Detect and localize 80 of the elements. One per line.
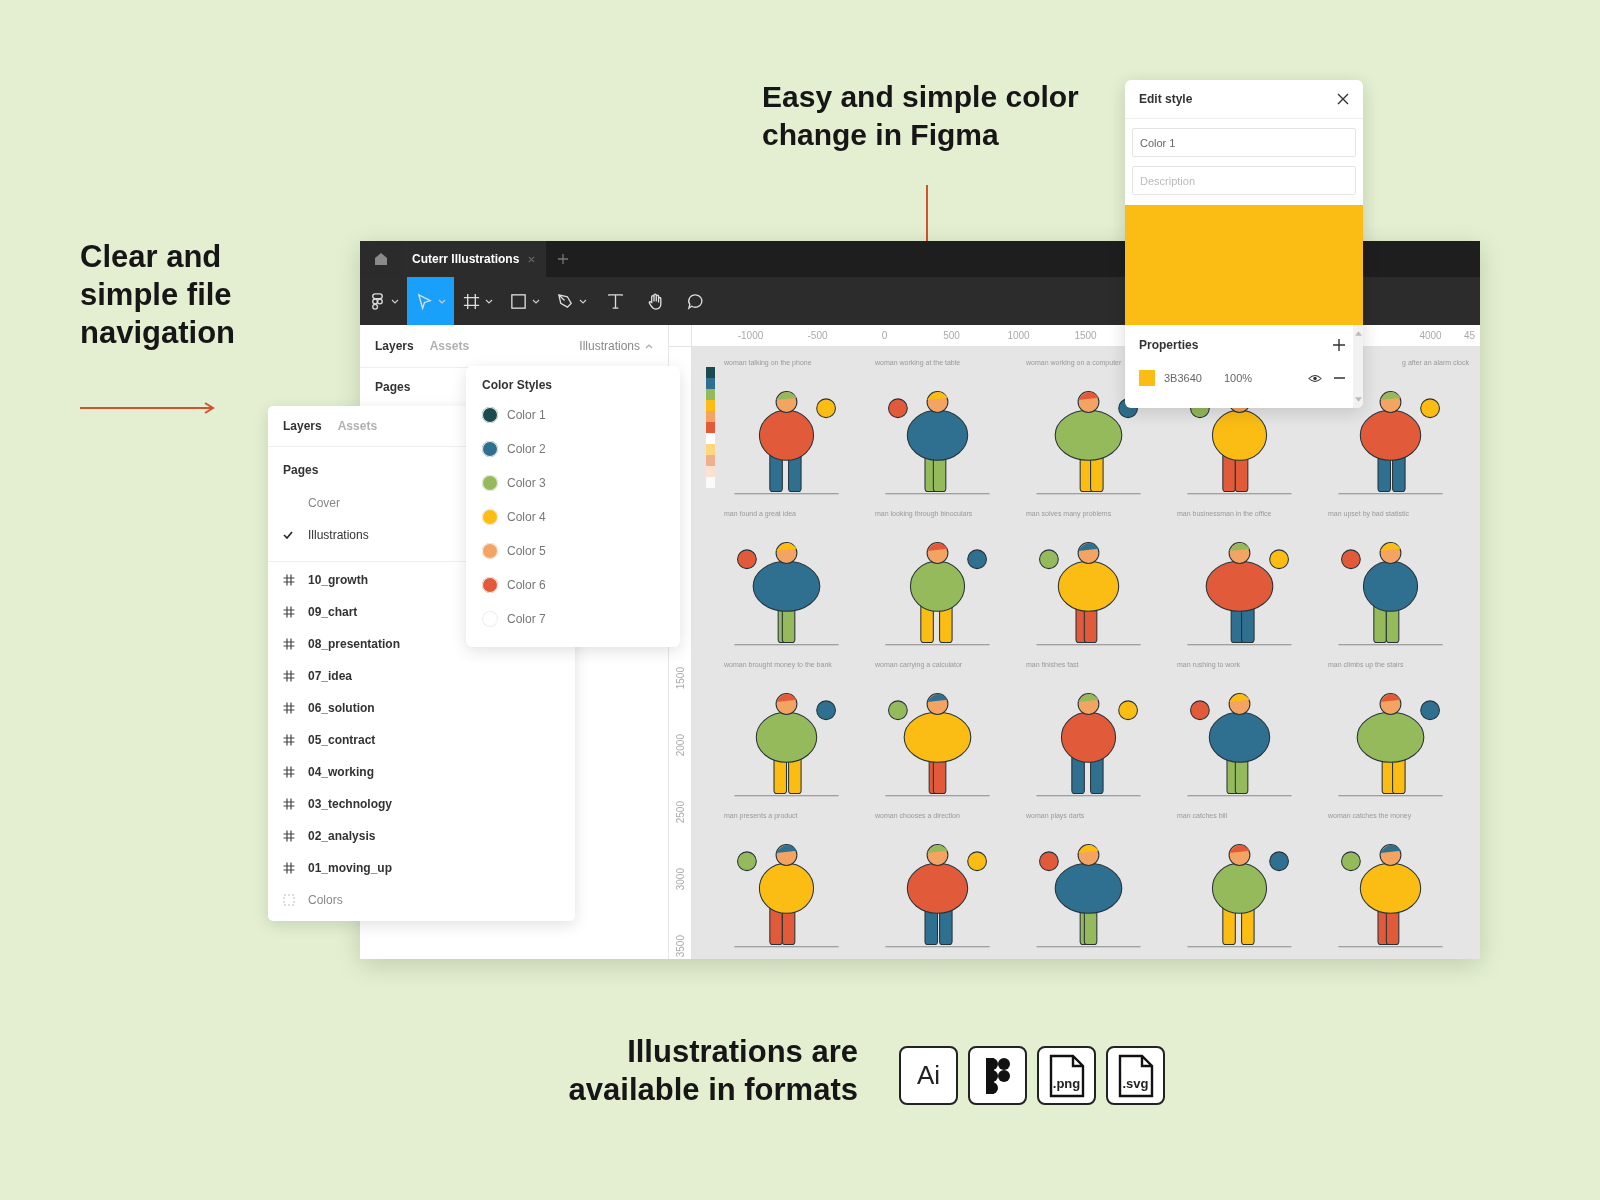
headline: Clear and simple file navigation (80, 238, 236, 352)
panel-title: Edit style (1139, 92, 1193, 106)
ruler-label: 45 (1464, 329, 1477, 343)
ruler-label: 500 (942, 329, 961, 343)
layer-item[interactable]: Colors (268, 884, 575, 916)
file-tab[interactable]: Cuterr Illustrations (402, 241, 547, 277)
caret-icon (645, 343, 653, 349)
layer-item[interactable]: 05_contract (268, 724, 575, 756)
figma-logo-icon (985, 1057, 1010, 1094)
dashed-square-icon (283, 894, 295, 906)
caret-icon (438, 298, 446, 304)
format-label: .svg (1121, 1076, 1150, 1091)
frame-icon (283, 766, 295, 778)
panel-tab[interactable]: Layers (283, 419, 322, 433)
format-label: .png (1051, 1076, 1082, 1091)
pen-nib-icon (556, 291, 575, 311)
hex-value[interactable]: 3B3640 (1164, 372, 1224, 384)
frame-icon (283, 798, 295, 810)
ruler-label: 2500 (674, 801, 686, 824)
fill-swatch[interactable] (1139, 370, 1155, 386)
section-heading: Pages (375, 380, 411, 394)
style-name-field[interactable]: Color 1 (1132, 128, 1356, 157)
frame-icon (283, 734, 295, 746)
frame-icon (283, 670, 295, 682)
color-style-item[interactable]: Color 3 (482, 466, 664, 500)
text-tool-icon (605, 291, 625, 311)
color-style-item[interactable]: Color 6 (482, 568, 664, 602)
checkmark-icon (283, 531, 293, 539)
frame-icon (283, 638, 295, 650)
section-heading: Properties (1139, 338, 1199, 352)
document-icon (1117, 1053, 1154, 1098)
color-style-item[interactable]: Color 2 (482, 432, 664, 466)
eye-icon[interactable] (1308, 373, 1322, 383)
frame-icon (283, 606, 295, 618)
ruler-label: -500 (806, 329, 829, 343)
frame-icon (283, 862, 295, 874)
headline: Easy and simple color change in Figma (762, 79, 1080, 153)
home-icon (374, 252, 388, 266)
page-dropdown[interactable]: Illustrations (579, 339, 653, 353)
layer-item[interactable]: 03_technology (268, 788, 575, 820)
color-style-item[interactable]: Color 7 (482, 602, 664, 636)
layer-item[interactable]: 04_working (268, 756, 575, 788)
frame-icon (283, 574, 295, 586)
caret-icon (485, 298, 493, 304)
document-icon (1048, 1053, 1085, 1098)
ruler-label: 1500 (674, 667, 686, 690)
frame-icon (283, 702, 295, 714)
color-style-item[interactable]: Color 5 (482, 534, 664, 568)
ruler-label: 3000 (674, 868, 686, 891)
headline: Illustrations are available in formats (568, 1033, 858, 1109)
ruler-label: 4000 (1418, 329, 1443, 343)
ruler-label: 1000 (1006, 329, 1031, 343)
layer-item[interactable]: 01_moving_up (268, 852, 575, 884)
format-label: Ai (916, 1060, 941, 1091)
caret-icon (391, 298, 399, 304)
tab-label: Cuterr Illustrations (412, 252, 520, 266)
ruler-label: 1500 (1073, 329, 1098, 343)
popup-title: Color Styles (482, 378, 554, 392)
ruler-label: 2000 (674, 734, 686, 757)
cursor-icon (415, 291, 434, 311)
description-field[interactable]: Description (1132, 166, 1356, 195)
caret-icon (579, 298, 587, 304)
color-style-item[interactable]: Color 4 (482, 500, 664, 534)
speech-bubble-icon (685, 291, 705, 311)
frame-icon (283, 830, 295, 842)
layer-item[interactable]: 06_solution (268, 692, 575, 724)
frame-icon (462, 291, 481, 311)
panel-tab[interactable]: Layers (375, 339, 414, 353)
color-style-item[interactable]: Color 1 (482, 398, 664, 432)
plus-icon[interactable] (1333, 339, 1345, 351)
close-icon[interactable] (1337, 93, 1349, 105)
ruler-label: -1000 (736, 329, 765, 343)
layer-item[interactable]: 02_analysis (268, 820, 575, 852)
caret-icon (532, 298, 540, 304)
ruler-label: 3500 (674, 935, 686, 958)
layer-item[interactable]: 07_idea (268, 660, 575, 692)
square-icon (509, 291, 528, 311)
section-heading: Pages (283, 463, 319, 477)
opacity-value[interactable]: 100% (1224, 372, 1274, 384)
ruler-label: 0 (880, 329, 889, 343)
